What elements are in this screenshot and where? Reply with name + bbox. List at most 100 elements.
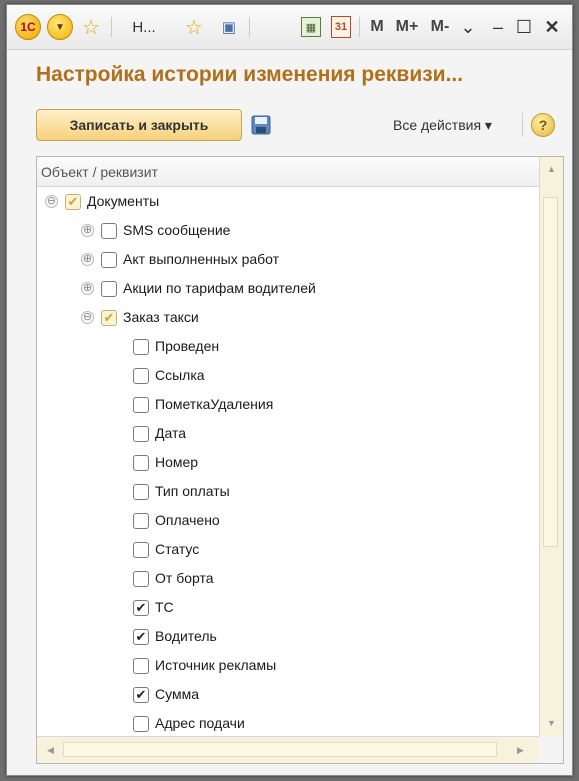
tree-row[interactable]: Дата bbox=[37, 420, 539, 449]
horizontal-scrollbar[interactable]: ◀ ▶ bbox=[37, 736, 539, 763]
page-title: Настройка истории изменения реквизи... bbox=[36, 63, 464, 86]
checkbox[interactable] bbox=[133, 397, 149, 413]
checkbox[interactable]: ✔ bbox=[133, 600, 149, 616]
tree-row-label: Номер bbox=[155, 454, 199, 470]
checkbox[interactable] bbox=[101, 252, 117, 268]
tree-row-label: Ссылка bbox=[155, 367, 205, 383]
checkbox[interactable]: ✔ bbox=[65, 194, 81, 210]
tree-row-label: ТС bbox=[155, 599, 174, 615]
calendar-icon[interactable]: 31 bbox=[331, 16, 351, 38]
toolbar-separator bbox=[522, 113, 523, 137]
checkbox[interactable] bbox=[133, 368, 149, 384]
tree-row-label: SMS сообщение bbox=[123, 222, 231, 238]
settings-window: 1С ▼ ☆ Н... ☆ ▣ ▦ 31 M M+ M- ⌄ – ☐ ✕ Нас… bbox=[6, 4, 573, 776]
floppy-disk-icon[interactable] bbox=[251, 115, 271, 135]
help-icon[interactable]: ? bbox=[531, 113, 555, 137]
checkbox[interactable] bbox=[133, 716, 149, 732]
vertical-scroll-thumb[interactable] bbox=[543, 197, 558, 547]
checkbox[interactable] bbox=[133, 658, 149, 674]
1c-logo-icon[interactable]: 1С bbox=[15, 14, 41, 40]
vertical-scrollbar[interactable]: ▲ ▼ bbox=[539, 157, 563, 736]
tree-row[interactable]: ✔ Сумма bbox=[37, 681, 539, 710]
checkbox[interactable] bbox=[101, 281, 117, 297]
checkbox[interactable] bbox=[133, 513, 149, 529]
tree-row[interactable]: Ссылка bbox=[37, 362, 539, 391]
scroll-down-icon[interactable]: ▼ bbox=[540, 713, 563, 733]
memory-minus-button[interactable]: M- bbox=[427, 14, 453, 40]
tree-row-label: Сумма bbox=[155, 686, 199, 702]
tree-row[interactable]: Тип оплаты bbox=[37, 478, 539, 507]
titlebar-separator bbox=[249, 17, 250, 37]
main-menu-dropdown-icon[interactable]: ▼ bbox=[47, 14, 73, 40]
tree-row[interactable]: ⊖ ✔ Заказ такси bbox=[37, 304, 539, 333]
checkbox[interactable] bbox=[133, 484, 149, 500]
tree-row[interactable]: Проведен bbox=[37, 333, 539, 362]
minimize-icon[interactable]: – bbox=[487, 14, 509, 40]
tree-row[interactable]: От борта bbox=[37, 565, 539, 594]
tree-row[interactable]: ✔ ТС bbox=[37, 594, 539, 623]
tree-row[interactable]: ✔ Водитель bbox=[37, 623, 539, 652]
titlebar-separator bbox=[111, 17, 112, 37]
tree-rows: ⊖ ✔ Документы ⊕ SMS сообщение ⊕ Акт выполненны… bbox=[37, 188, 539, 736]
history-icon[interactable]: ▣ bbox=[219, 14, 239, 40]
tree-row-label: ПометкаУдаления bbox=[155, 396, 274, 412]
tree-row-label: Адрес подачи bbox=[155, 715, 245, 731]
memory-button[interactable]: M bbox=[367, 14, 387, 40]
title-bar: 1С ▼ ☆ Н... ☆ ▣ ▦ 31 M M+ M- ⌄ – ☐ ✕ bbox=[7, 5, 572, 50]
window-menu-icon[interactable]: ⌄ bbox=[459, 14, 477, 40]
scroll-up-icon[interactable]: ▲ bbox=[540, 159, 563, 179]
checkbox[interactable]: ✔ bbox=[101, 310, 117, 326]
checkbox[interactable] bbox=[133, 455, 149, 471]
tree-row-label: От борта bbox=[155, 570, 214, 586]
expand-icon[interactable]: ⊕ bbox=[81, 224, 94, 237]
tree-row[interactable]: ⊖ ✔ Документы bbox=[37, 188, 539, 217]
tree-row[interactable]: ПометкаУдаления bbox=[37, 391, 539, 420]
expand-icon[interactable]: ⊕ bbox=[81, 282, 94, 295]
expand-icon[interactable]: ⊕ bbox=[81, 253, 94, 266]
horizontal-scroll-thumb[interactable] bbox=[63, 742, 497, 757]
tree-row[interactable]: Оплачено bbox=[37, 507, 539, 536]
attribute-tree[interactable]: Объект / реквизит ⊖ ✔ Документы ⊕ SMS сообще… bbox=[36, 156, 564, 764]
tree-row-label: Дата bbox=[155, 425, 187, 441]
tree-row-label: Оплачено bbox=[155, 512, 220, 528]
tree-row-label: Водитель bbox=[155, 628, 217, 644]
all-actions-menu[interactable]: Все действия ▾ bbox=[393, 117, 492, 134]
favorites-star-icon[interactable]: ☆ bbox=[79, 14, 103, 40]
checkbox[interactable]: ✔ bbox=[133, 629, 149, 645]
tree-row-label: Источник рекламы bbox=[155, 657, 277, 673]
maximize-icon[interactable]: ☐ bbox=[513, 14, 535, 40]
tree-row-label: Акции по тарифам водителей bbox=[123, 280, 316, 296]
tree-row[interactable]: Номер bbox=[37, 449, 539, 478]
save-and-close-button[interactable]: Записать и закрыть bbox=[36, 109, 242, 141]
tree-row-label: Статус bbox=[155, 541, 200, 557]
tree-row[interactable]: Адрес подачи bbox=[37, 710, 539, 736]
tree-row-label: Акт выполненных работ bbox=[123, 251, 280, 267]
checkbox[interactable]: ✔ bbox=[133, 687, 149, 703]
tree-row[interactable]: Источник рекламы bbox=[37, 652, 539, 681]
calculator-icon[interactable]: ▦ bbox=[301, 17, 321, 37]
checkbox[interactable] bbox=[101, 223, 117, 239]
scroll-right-icon[interactable]: ▶ bbox=[509, 740, 532, 760]
add-favorite-icon[interactable]: ☆ bbox=[183, 14, 205, 40]
titlebar-separator bbox=[359, 17, 360, 37]
tree-row[interactable]: ⊕ Акции по тарифам водителей bbox=[37, 275, 539, 304]
checkbox[interactable] bbox=[133, 339, 149, 355]
close-icon[interactable]: ✕ bbox=[541, 14, 563, 40]
scroll-left-icon[interactable]: ◀ bbox=[39, 740, 62, 760]
tree-row-label: Заказ такси bbox=[123, 309, 199, 325]
collapse-icon[interactable]: ⊖ bbox=[45, 195, 58, 208]
tree-row[interactable]: ⊕ Акт выполненных работ bbox=[37, 246, 539, 275]
collapse-icon[interactable]: ⊖ bbox=[81, 311, 94, 324]
scrollbar-corner bbox=[539, 736, 563, 763]
memory-plus-button[interactable]: M+ bbox=[393, 14, 421, 40]
checkbox[interactable] bbox=[133, 542, 149, 558]
tree-row-label: Проведен bbox=[155, 338, 220, 354]
tree-row[interactable]: ⊕ SMS сообщение bbox=[37, 217, 539, 246]
tree-row-label: Документы bbox=[87, 193, 160, 209]
checkbox[interactable] bbox=[133, 426, 149, 442]
checkbox[interactable] bbox=[133, 571, 149, 587]
tree-row-label: Тип оплаты bbox=[155, 483, 230, 499]
window-short-title[interactable]: Н... bbox=[119, 14, 169, 40]
column-header-object-attribute[interactable]: Объект / реквизит bbox=[37, 157, 539, 187]
tree-row[interactable]: Статус bbox=[37, 536, 539, 565]
